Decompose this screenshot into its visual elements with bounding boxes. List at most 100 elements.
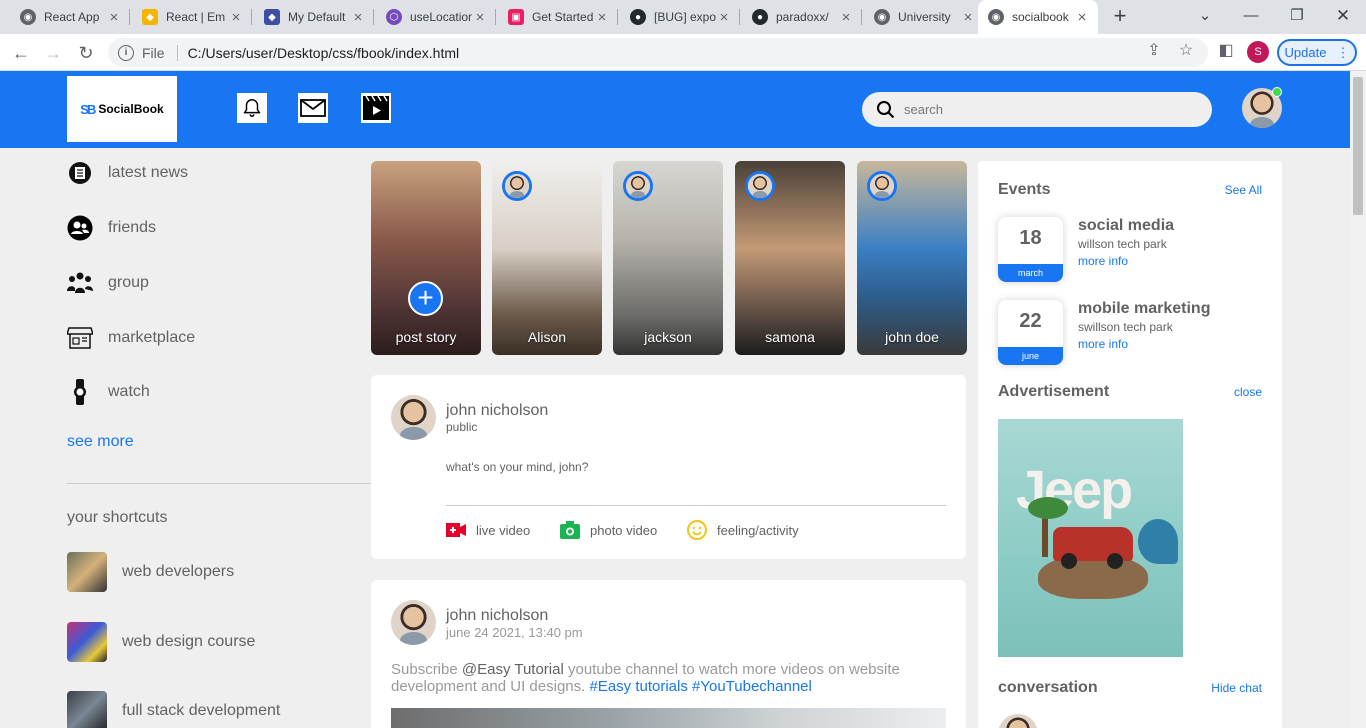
mention-link[interactable]: @Easy Tutorial bbox=[462, 661, 564, 678]
browser-tab[interactable]: ● [BUG] expo × bbox=[620, 0, 740, 34]
shortcut-thumbnail bbox=[67, 552, 107, 592]
author-avatar[interactable] bbox=[391, 600, 436, 645]
more-info-link[interactable]: more info bbox=[1078, 337, 1210, 351]
events-heading: Events bbox=[998, 181, 1051, 198]
author-avatar[interactable] bbox=[391, 395, 436, 440]
sidebar-item-marketplace[interactable]: marketplace bbox=[67, 325, 195, 351]
mail-icon[interactable] bbox=[298, 93, 328, 123]
update-button[interactable]: Update ⋮ bbox=[1277, 39, 1357, 66]
advertisement-image[interactable]: Jeep bbox=[998, 419, 1183, 657]
url-field[interactable]: i File C:/Users/user/Desktop/css/fbook/i… bbox=[108, 38, 1208, 67]
tab-close-icon[interactable]: × bbox=[1074, 9, 1090, 26]
story-post[interactable]: + post story bbox=[371, 161, 481, 355]
add-story-icon[interactable]: + bbox=[408, 281, 443, 316]
photo-icon bbox=[560, 520, 580, 540]
sidebar-item-group[interactable]: group bbox=[67, 270, 149, 296]
share-icon[interactable]: ⇪ bbox=[1143, 40, 1165, 62]
tab-close-icon[interactable]: × bbox=[838, 9, 854, 26]
more-info-link[interactable]: more info bbox=[1078, 254, 1174, 268]
story-card[interactable]: john doe bbox=[857, 161, 967, 355]
advertisement-heading: Advertisement bbox=[998, 383, 1110, 400]
new-tab-button[interactable]: + bbox=[1108, 5, 1132, 29]
browser-tab[interactable]: ◆ My Default × bbox=[254, 0, 374, 34]
browser-tab-active[interactable]: ◉ socialbook × bbox=[978, 0, 1098, 34]
event-month: june bbox=[998, 347, 1063, 365]
shortcut-label: web design course bbox=[122, 633, 256, 650]
restore-button[interactable]: ❐ bbox=[1285, 5, 1309, 29]
story-card[interactable]: samona bbox=[735, 161, 845, 355]
browser-tab[interactable]: ◉ University × bbox=[864, 0, 984, 34]
story-card[interactable]: jackson bbox=[613, 161, 723, 355]
sidebar-item-label: friends bbox=[108, 219, 157, 236]
app-favicon-icon: ◆ bbox=[264, 9, 280, 25]
more-menu-icon[interactable]: ⋮ bbox=[1336, 45, 1349, 61]
author-name[interactable]: john nicholson bbox=[446, 402, 548, 420]
event-place: swillson tech park bbox=[1078, 320, 1173, 334]
see-all-link[interactable]: See All bbox=[1225, 183, 1262, 197]
tab-close-icon[interactable]: × bbox=[106, 9, 122, 26]
side-panel-icon[interactable]: ◧ bbox=[1215, 40, 1237, 62]
photo-video-button[interactable]: photo video bbox=[560, 520, 657, 540]
tab-title: My Default bbox=[288, 10, 346, 24]
close-ad-link[interactable]: close bbox=[1234, 385, 1262, 399]
tab-close-icon[interactable]: × bbox=[350, 9, 366, 26]
divider bbox=[446, 505, 946, 506]
browser-tab[interactable]: ◉ React App × bbox=[10, 0, 130, 34]
tab-close-icon[interactable]: × bbox=[594, 9, 610, 26]
browser-tab[interactable]: ● paradoxx/ × bbox=[742, 0, 862, 34]
see-more-link[interactable]: see more bbox=[67, 433, 134, 451]
event-info: social media willson tech park more info bbox=[1078, 217, 1174, 268]
tab-close-icon[interactable]: × bbox=[472, 9, 488, 26]
tab-close-icon[interactable]: × bbox=[960, 9, 976, 26]
sidebar-item-friends[interactable]: friends bbox=[67, 215, 156, 241]
chat-contact-avatar[interactable] bbox=[998, 714, 1038, 728]
tab-search-icon[interactable]: ⌄ bbox=[1193, 5, 1217, 29]
live-video-button[interactable]: live video bbox=[446, 520, 530, 540]
event-date-badge: 22 june bbox=[998, 300, 1063, 365]
tab-title: Get Started bbox=[532, 10, 594, 24]
story-label: Alison bbox=[527, 329, 567, 345]
bookmark-star-icon[interactable]: ☆ bbox=[1175, 40, 1197, 62]
page-scrollbar[interactable] bbox=[1350, 71, 1366, 728]
event-place: willson tech park bbox=[1078, 237, 1167, 251]
close-window-button[interactable]: ✕ bbox=[1331, 5, 1355, 29]
shortcut-web-developers[interactable]: web developers bbox=[67, 552, 234, 592]
browser-tab[interactable]: ▣ Get Started × bbox=[498, 0, 618, 34]
scrollbar-thumb[interactable] bbox=[1353, 77, 1363, 215]
shortcut-full-stack-development[interactable]: full stack development bbox=[67, 691, 280, 728]
profile-avatar[interactable]: S bbox=[1247, 41, 1269, 63]
forward-button[interactable]: → bbox=[41, 41, 65, 65]
divider bbox=[67, 483, 371, 484]
site-info-icon[interactable]: i bbox=[118, 44, 134, 61]
browser-tab[interactable]: ⬡ useLocation × bbox=[376, 0, 496, 34]
video-icon[interactable] bbox=[361, 93, 391, 123]
shortcut-label: full stack development bbox=[122, 702, 281, 719]
hide-chat-link[interactable]: Hide chat bbox=[1211, 681, 1262, 695]
post-image[interactable] bbox=[391, 708, 946, 728]
event-month: march bbox=[998, 264, 1063, 282]
hashtag-links[interactable]: #Easy tutorials #YouTubechannel bbox=[589, 678, 811, 695]
minimize-button[interactable]: — bbox=[1239, 5, 1263, 29]
shortcut-web-design-course[interactable]: web design course bbox=[67, 622, 255, 662]
search-input[interactable] bbox=[904, 102, 1184, 117]
create-post-card: john nicholson public what's on your min… bbox=[371, 375, 966, 559]
tab-close-icon[interactable]: × bbox=[716, 9, 732, 26]
sidebar-item-latest-news[interactable]: latest news bbox=[67, 160, 188, 186]
reload-button[interactable]: ↻ bbox=[74, 41, 98, 65]
browser-tab[interactable]: ◆ React | Em × bbox=[132, 0, 252, 34]
story-avatar bbox=[502, 171, 532, 201]
back-button[interactable]: ← bbox=[9, 41, 33, 65]
logo[interactable]: SB SocialBook bbox=[67, 76, 177, 142]
feeling-icon bbox=[687, 520, 707, 540]
notification-bell-icon[interactable] bbox=[237, 93, 267, 123]
post-input[interactable]: what's on your mind, john? bbox=[446, 460, 588, 474]
story-card[interactable]: Alison bbox=[492, 161, 602, 355]
visibility-label[interactable]: public bbox=[446, 420, 548, 434]
search-bar[interactable] bbox=[862, 92, 1212, 127]
tab-title: React App bbox=[44, 10, 100, 24]
author-name[interactable]: john nicholson bbox=[446, 607, 583, 625]
feeling-activity-button[interactable]: feeling/activity bbox=[687, 520, 799, 540]
post-author: john nicholson public bbox=[391, 395, 548, 440]
sidebar-item-watch[interactable]: watch bbox=[67, 379, 150, 405]
tab-close-icon[interactable]: × bbox=[228, 9, 244, 26]
